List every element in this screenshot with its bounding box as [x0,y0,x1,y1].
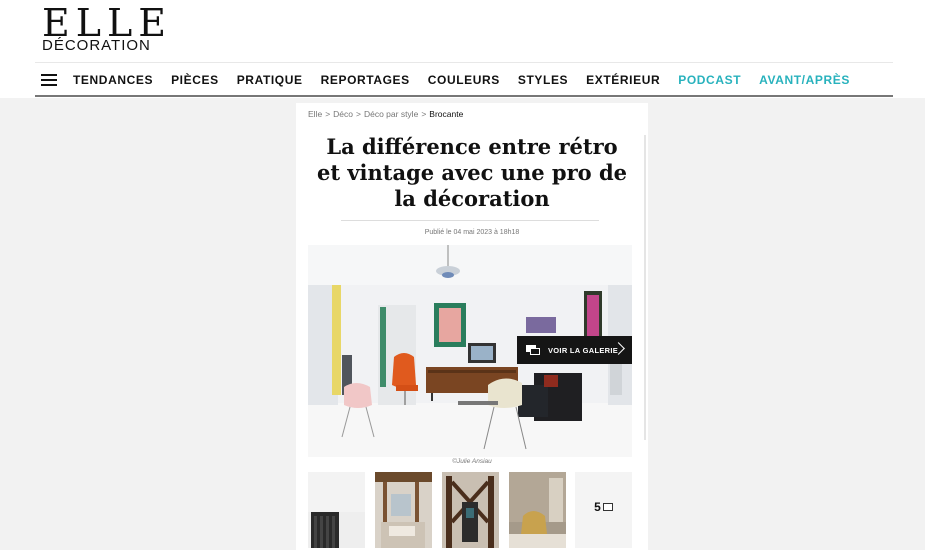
thumbnail-timber-frame-image [442,472,499,548]
gallery-thumbnail[interactable] [509,472,566,548]
scrollbar[interactable] [644,135,646,440]
breadcrumb-elle[interactable]: Elle [308,109,322,119]
photo-credit: ©Julie Ansiau [452,458,492,465]
nav-item-tendances[interactable]: TENDANCES [73,73,153,87]
logo-decoration: DÉCORATION [42,37,151,54]
nav-item-reportages[interactable]: REPORTAGES [321,73,410,87]
title-divider [341,220,599,221]
main-nav: TENDANCES PIÈCES PRATIQUE REPORTAGES COU… [35,64,893,97]
header-divider [35,62,893,63]
article-title: La différence entre rétro et vintage ave… [316,134,628,211]
gallery-icon [602,503,613,511]
nav-item-podcast[interactable]: PODCAST [678,73,741,87]
nav-item-exterieur[interactable]: EXTÉRIEUR [586,73,660,87]
more-images-button[interactable]: 5 [575,472,632,548]
hamburger-icon[interactable] [41,74,57,86]
thumbnail-armchair-image [509,472,566,548]
nav-item-avant-apres[interactable]: AVANT/APRÈS [759,73,850,87]
breadcrumb-separator: > [356,109,361,119]
nav-item-styles[interactable]: STYLES [518,73,568,87]
nav-item-couleurs[interactable]: COULEURS [428,73,500,87]
breadcrumb-separator: > [325,109,331,119]
gallery-thumbnail[interactable] [442,472,499,548]
gallery-thumbnail[interactable] [308,472,365,548]
gallery-thumbnail[interactable] [375,472,432,548]
more-images-count: 5 [594,500,601,514]
gallery-thumbnails: 5 [308,472,632,548]
elle-decoration-logo[interactable]: ELLE DÉCORATION [42,4,166,56]
publish-date: Publié le 04 mai 2023 à 18h18 [424,229,520,236]
breadcrumb: Elle > Déco > Déco par style > Brocante [308,109,463,119]
nav-list: TENDANCES PIÈCES PRATIQUE REPORTAGES COU… [73,73,868,87]
view-gallery-button[interactable]: VOIR LA GALERIE [517,336,632,364]
site-header: ELLE DÉCORATION TENDANCES PIÈCES PRATIQU… [0,0,925,98]
gallery-icon [526,345,540,355]
breadcrumb-separator: > [421,109,427,119]
nav-item-pieces[interactable]: PIÈCES [171,73,219,87]
thumbnail-radiator-image [308,472,365,548]
nav-item-pratique[interactable]: PRATIQUE [237,73,303,87]
thumbnail-beams-image [375,472,432,548]
hero-image[interactable]: VOIR LA GALERIE [308,245,632,457]
breadcrumb-deco-par-style[interactable]: Déco par style [364,109,418,119]
breadcrumb-deco[interactable]: Déco [333,109,353,119]
breadcrumb-brocante[interactable]: Brocante [429,109,463,119]
article-card: Elle > Déco > Déco par style > Brocante La dif… [296,103,648,550]
view-gallery-label: VOIR LA GALERIE [548,345,619,355]
